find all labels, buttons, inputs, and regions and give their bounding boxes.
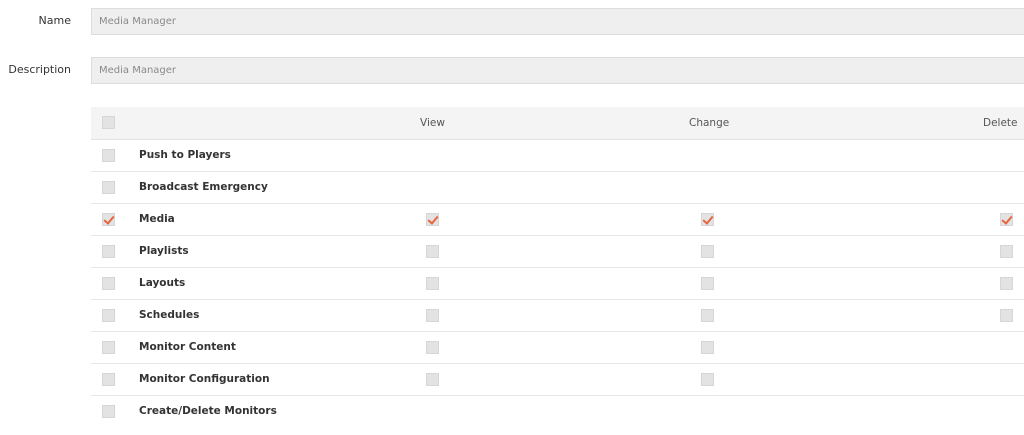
- change-cell: [650, 395, 905, 427]
- table-row: Monitor Content: [91, 331, 1024, 364]
- change-checkbox[interactable]: [701, 340, 714, 354]
- view-checkbox[interactable]: [426, 244, 439, 258]
- delete-cell: [905, 395, 1024, 427]
- change-checkbox[interactable]: [701, 244, 714, 258]
- view-checkbox[interactable]: [426, 308, 439, 322]
- permissions-body: Push to Players Broadcast Emergency Media P…: [91, 139, 1024, 427]
- row-label: Playlists: [139, 235, 394, 268]
- description-input[interactable]: [91, 57, 1024, 84]
- view-checkbox[interactable]: [426, 212, 439, 226]
- row-label: Layouts: [139, 267, 394, 300]
- change-cell: [650, 139, 905, 172]
- view-cell: [394, 331, 650, 364]
- permissions-table: View Change Delete Push to Players Broadc…: [91, 107, 1024, 427]
- table-row: Broadcast Emergency: [91, 171, 1024, 204]
- view-cell: [394, 395, 650, 427]
- row-label: Schedules: [139, 299, 394, 332]
- row-select-checkbox[interactable]: [102, 148, 115, 162]
- change-cell: [650, 235, 905, 268]
- change-checkbox[interactable]: [701, 308, 714, 322]
- view-checkbox[interactable]: [426, 276, 439, 290]
- row-select-cell: [91, 267, 139, 300]
- row-select-checkbox[interactable]: [102, 308, 115, 322]
- view-cell: [394, 139, 650, 172]
- row-label: Monitor Configuration: [139, 363, 394, 396]
- table-row: Layouts: [91, 267, 1024, 300]
- row-select-cell: [91, 235, 139, 268]
- delete-cell: [905, 299, 1024, 332]
- header-delete: Delete: [905, 107, 1024, 140]
- row-label: Push to Players: [139, 139, 394, 172]
- change-checkbox[interactable]: [701, 212, 714, 226]
- view-cell: [394, 203, 650, 236]
- view-cell: [394, 171, 650, 204]
- delete-cell: [905, 139, 1024, 172]
- header-view: View: [394, 107, 650, 140]
- delete-checkbox[interactable]: [1000, 212, 1013, 226]
- row-label: Media: [139, 203, 394, 236]
- view-checkbox[interactable]: [426, 340, 439, 354]
- row-label: Broadcast Emergency: [139, 171, 394, 204]
- row-label: Monitor Content: [139, 331, 394, 364]
- view-cell: [394, 299, 650, 332]
- view-cell: [394, 363, 650, 396]
- row-select-checkbox[interactable]: [102, 244, 115, 258]
- row-select-checkbox[interactable]: [102, 340, 115, 354]
- table-row: Push to Players: [91, 139, 1024, 172]
- change-cell: [650, 363, 905, 396]
- table-row: Monitor Configuration: [91, 363, 1024, 396]
- row-select-checkbox[interactable]: [102, 372, 115, 386]
- delete-checkbox[interactable]: [1000, 244, 1013, 258]
- row-select-checkbox[interactable]: [102, 404, 115, 418]
- table-row: Media: [91, 203, 1024, 236]
- permissions-header-row: View Change Delete: [91, 107, 1024, 140]
- row-select-cell: [91, 171, 139, 204]
- row-select-checkbox[interactable]: [102, 276, 115, 290]
- row-select-cell: [91, 395, 139, 427]
- name-input[interactable]: [91, 8, 1024, 35]
- table-row: Create/Delete Monitors: [91, 395, 1024, 427]
- name-label: Name: [38, 14, 71, 27]
- delete-checkbox[interactable]: [1000, 308, 1013, 322]
- delete-cell: [905, 331, 1024, 364]
- row-select-cell: [91, 363, 139, 396]
- header-change: Change: [650, 107, 905, 140]
- delete-checkbox[interactable]: [1000, 276, 1013, 290]
- table-row: Schedules: [91, 299, 1024, 332]
- delete-cell: [905, 235, 1024, 268]
- row-select-cell: [91, 203, 139, 236]
- description-row: Description: [0, 57, 1024, 86]
- header-name-cell: [139, 107, 394, 140]
- row-select-cell: [91, 331, 139, 364]
- description-label: Description: [8, 63, 71, 76]
- view-cell: [394, 267, 650, 300]
- view-checkbox[interactable]: [426, 372, 439, 386]
- change-cell: [650, 203, 905, 236]
- table-row: Playlists: [91, 235, 1024, 268]
- delete-cell: [905, 203, 1024, 236]
- name-row: Name: [0, 8, 1024, 37]
- header-select-cell: [91, 107, 139, 140]
- change-checkbox[interactable]: [701, 276, 714, 290]
- change-cell: [650, 171, 905, 204]
- delete-cell: [905, 267, 1024, 300]
- role-edit-form: Name Description View Change Delete Push…: [0, 0, 1024, 435]
- delete-cell: [905, 363, 1024, 396]
- change-cell: [650, 331, 905, 364]
- delete-cell: [905, 171, 1024, 204]
- view-cell: [394, 235, 650, 268]
- row-select-checkbox[interactable]: [102, 180, 115, 194]
- select-all-checkbox[interactable]: [102, 116, 115, 130]
- row-select-checkbox[interactable]: [102, 212, 115, 226]
- row-label: Create/Delete Monitors: [139, 405, 277, 418]
- change-cell: [650, 267, 905, 300]
- change-checkbox[interactable]: [701, 372, 714, 386]
- change-cell: [650, 299, 905, 332]
- row-select-cell: [91, 139, 139, 172]
- row-select-cell: [91, 299, 139, 332]
